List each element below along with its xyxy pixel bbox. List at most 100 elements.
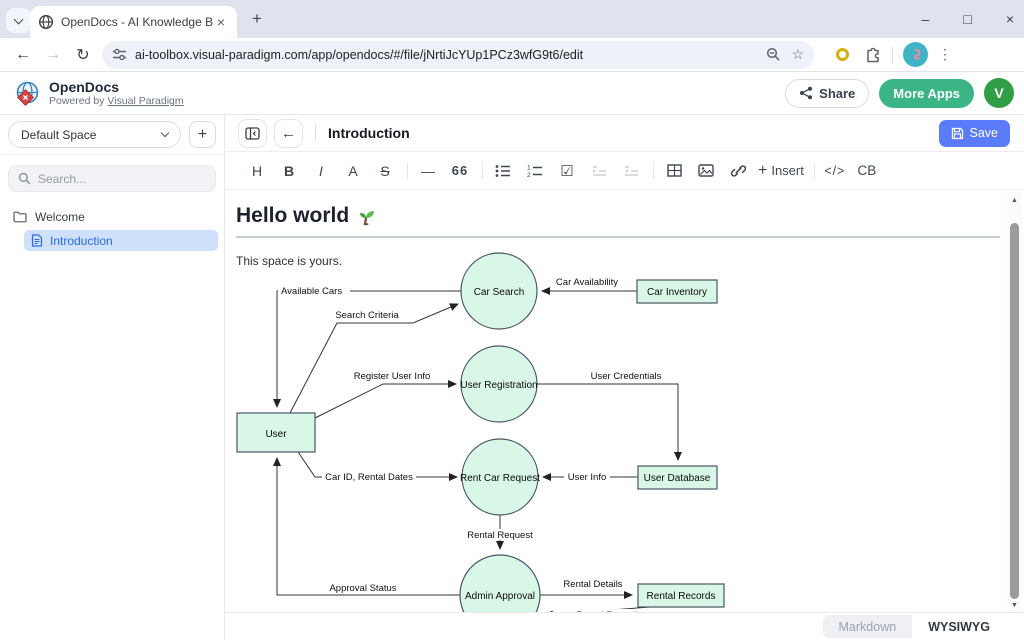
indent-icon [592, 165, 607, 177]
app-name: OpenDocs [49, 79, 184, 95]
flow-label-car-id-rental-dates: Car ID, Rental Dates [325, 472, 413, 483]
wysiwyg-mode-button[interactable]: WYSIWYG [912, 615, 1006, 638]
insert-button[interactable]: + Insert [758, 162, 804, 180]
collapse-sidebar-button[interactable] [238, 119, 267, 148]
scroll-down-icon[interactable]: ▼ [1007, 599, 1022, 612]
space-selector[interactable]: Default Space [8, 121, 181, 148]
data-flow-diagram[interactable]: Available Cars Search Criteria Car Avail… [236, 252, 736, 612]
user-avatar[interactable]: V [984, 78, 1014, 108]
tab-title: OpenDocs - AI Knowledge Base [61, 15, 213, 29]
font-color-button[interactable]: A [341, 158, 365, 184]
save-button[interactable]: Save [939, 120, 1011, 147]
document-icon [31, 234, 43, 247]
new-tab-button[interactable]: + [246, 9, 268, 29]
site-settings-icon[interactable] [112, 47, 127, 62]
back-doc-button[interactable]: ← [274, 119, 303, 148]
share-button[interactable]: Share [785, 79, 869, 108]
flow-label-approval-status: Approval Status [329, 583, 396, 594]
svg-text:2: 2 [527, 172, 531, 178]
sidebar-item-welcome[interactable]: Welcome [0, 206, 224, 228]
flow-label-available-cars: Available Cars [281, 286, 342, 297]
back-arrow-icon: ← [281, 125, 296, 142]
markdown-mode-button[interactable]: Markdown [823, 615, 913, 638]
editor-panel: ← Introduction Save H B I A S — 66 12 ☑ [225, 115, 1024, 640]
save-floppy-icon [951, 127, 964, 140]
edge-available-cars [277, 291, 461, 407]
bullet-list-button[interactable] [491, 158, 515, 184]
format-toolbar: H B I A S — 66 12 ☑ + Insert </> CB [225, 152, 1024, 190]
search-input[interactable] [38, 172, 188, 186]
sidebar-search[interactable] [8, 165, 216, 192]
horizontal-rule-button[interactable]: — [416, 158, 440, 184]
window-minimize-button[interactable]: – [922, 11, 930, 27]
outdent-icon [624, 165, 639, 177]
document-content[interactable]: Hello world This space is yours. [225, 190, 1005, 612]
save-label: Save [970, 126, 999, 140]
forward-button[interactable]: → [38, 46, 68, 64]
link-icon [731, 164, 746, 178]
image-button[interactable] [694, 158, 718, 184]
process-admin-approval[interactable] [460, 555, 540, 612]
link-button[interactable] [726, 158, 750, 184]
welcome-folder-label: Welcome [35, 210, 85, 224]
edge-user-credentials [537, 384, 678, 460]
mode-toggle-bar: Markdown WYSIWYG [225, 612, 1024, 640]
edge-register-user-info [315, 384, 456, 418]
bold-button[interactable]: B [277, 158, 301, 184]
visual-paradigm-link[interactable]: Visual Paradigm [107, 95, 183, 107]
globe-favicon-icon [38, 14, 54, 30]
reload-button[interactable]: ↻ [68, 45, 98, 65]
extensions-puzzle-icon[interactable] [865, 46, 882, 63]
browser-tab[interactable]: OpenDocs - AI Knowledge Base × [30, 6, 237, 38]
numbered-list-button[interactable]: 12 [523, 158, 547, 184]
vertical-scrollbar[interactable]: ▲ ▼ [1007, 192, 1022, 614]
task-list-button[interactable]: ☑ [555, 158, 579, 184]
share-label: Share [819, 86, 855, 101]
divider [315, 124, 316, 142]
chevron-down-icon [161, 129, 169, 137]
seedling-emoji [357, 207, 376, 226]
window-maximize-button[interactable]: □ [963, 11, 971, 27]
flow-label-search-criteria: Search Criteria [335, 310, 399, 321]
window-close-button[interactable]: × [1006, 11, 1014, 27]
node-label-user-registration: User Registration [460, 380, 537, 391]
extension-ring-icon[interactable] [836, 48, 849, 61]
doc-title: Introduction [328, 125, 410, 141]
blockquote-button[interactable]: 66 [448, 158, 472, 184]
folder-icon [13, 211, 27, 223]
tab-search-button[interactable] [6, 8, 31, 33]
app-header: OpenDocs Powered by Visual Paradigm Shar… [0, 72, 1024, 115]
flow-label-car-availability: Car Availability [556, 277, 618, 288]
font-color-label: A [348, 163, 357, 179]
divider [407, 163, 408, 179]
more-apps-button[interactable]: More Apps [879, 79, 974, 108]
scrollbar-thumb[interactable] [1010, 223, 1019, 599]
bookmark-star-icon[interactable]: ☆ [791, 46, 804, 63]
node-label-user-database: User Database [644, 473, 711, 484]
strikethrough-button[interactable]: S [373, 158, 397, 184]
tab-close-icon[interactable]: × [213, 14, 229, 30]
back-button[interactable]: ← [8, 46, 38, 64]
url-text: ai-toolbox.visual-paradigm.com/app/opend… [135, 48, 756, 62]
chevron-down-icon [14, 14, 24, 24]
code-block-button[interactable]: CB [855, 158, 879, 184]
share-icon [799, 86, 813, 100]
image-icon [698, 164, 714, 177]
italic-button[interactable]: I [309, 158, 333, 184]
profile-avatar[interactable] [903, 42, 928, 67]
sidebar: Default Space + Welcome Introduction [0, 115, 225, 640]
sidebar-item-introduction[interactable]: Introduction [24, 230, 218, 251]
inline-code-button[interactable]: </> [823, 158, 847, 184]
indent-button[interactable] [587, 158, 611, 184]
flow-label-rental-details: Rental Details [563, 579, 622, 590]
heading-button[interactable]: H [245, 158, 269, 184]
node-label-admin-approval: Admin Approval [465, 591, 535, 602]
browser-menu-icon[interactable]: ⋮ [938, 46, 952, 63]
table-button[interactable] [662, 158, 686, 184]
panel-collapse-icon [245, 127, 260, 140]
zoom-icon[interactable] [766, 47, 781, 62]
scroll-up-icon[interactable]: ▲ [1007, 194, 1022, 207]
add-space-button[interactable]: + [189, 121, 216, 148]
outdent-button[interactable] [619, 158, 643, 184]
url-input[interactable]: ai-toolbox.visual-paradigm.com/app/opend… [102, 41, 814, 69]
